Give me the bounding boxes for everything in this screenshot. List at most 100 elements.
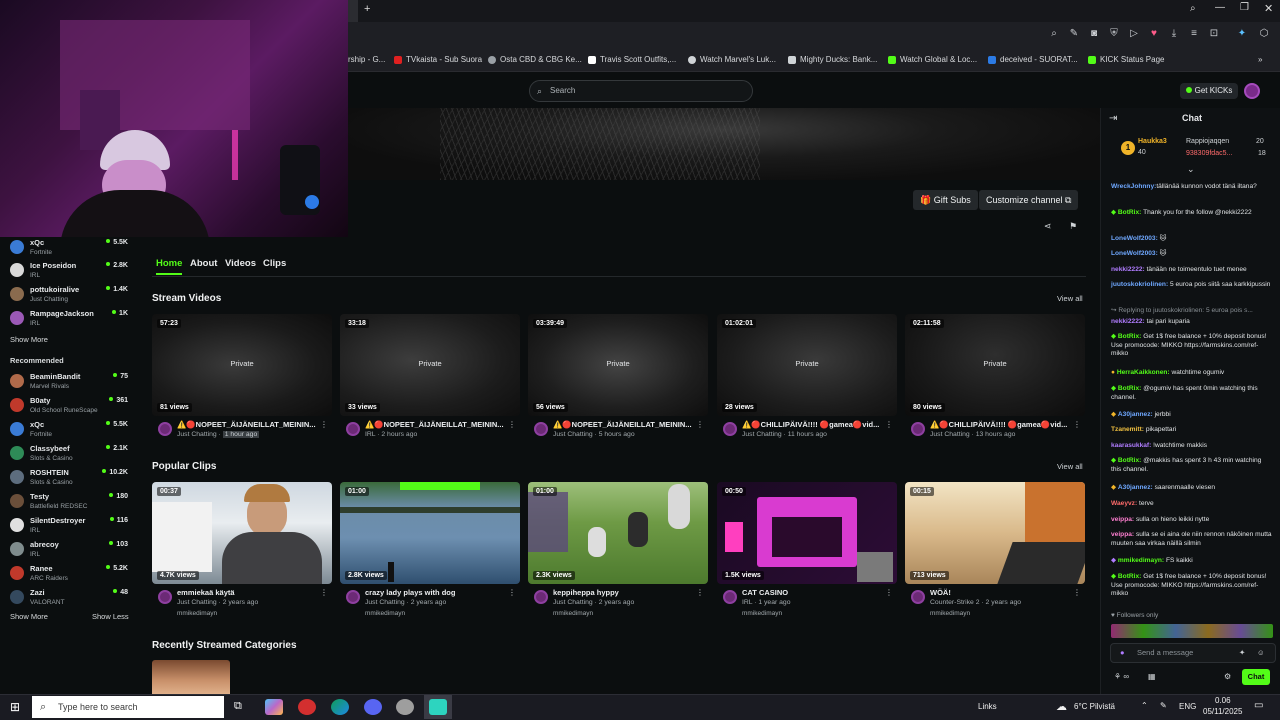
chat-username[interactable]: A30jannez: [1118,484,1153,491]
video-title[interactable]: ⚠️🔴CHILLIPÄIVÄ!!!! 🔴gamea🔴vid... [930,420,1070,429]
avatar[interactable] [534,422,548,436]
sidebar-item-recommended[interactable]: Zazi VALORANT 48 [8,587,132,611]
task-view-icon[interactable]: ⧉ [234,700,242,713]
user-avatar[interactable] [1244,83,1260,99]
video-thumbnail[interactable]: 57:23 Private 81 views [152,314,332,416]
shield-icon[interactable]: ⛨ [1108,27,1120,41]
chat-username[interactable]: BotRix: [1118,457,1141,464]
smile-icon[interactable]: ☺ [1257,644,1265,662]
tab-edge[interactable] [348,0,358,22]
avatar[interactable] [158,590,172,604]
more-options-icon[interactable]: ⋮ [885,420,893,429]
clip-thumbnail[interactable]: 00:50 1.5K views [717,482,897,584]
clip-title[interactable]: emmiekaä käytä [177,588,317,597]
bookmark-item[interactable]: KICK Status Page [1088,48,1164,72]
sidebar-item-recommended[interactable]: Classybeef Slots & Casino 2.1K [8,443,132,467]
app-icon[interactable] [396,699,414,715]
chat-username[interactable]: nekki2222: [1111,318,1145,325]
search-icon[interactable]: ⌕ [1048,27,1060,41]
obs-icon[interactable] [429,699,447,715]
avatar[interactable] [346,422,360,436]
show-more-link[interactable]: Show More [10,612,48,621]
clip-card[interactable]: 01:00 2.8K views crazy lady plays with d… [340,482,520,618]
edit-icon[interactable]: ✎ [1068,27,1080,41]
avatar[interactable] [911,422,925,436]
leader-name[interactable]: Haukka3 [1138,138,1167,145]
clip-card[interactable]: 01:00 2.3K views keppiheppa hyppy Just C… [528,482,708,618]
close-icon[interactable]: ✕ [1264,2,1273,15]
chat-username[interactable]: Waeyvz: [1111,500,1137,507]
sidebar-item-recommended[interactable]: ROSHTEIN Slots & Casino 10.2K [8,467,132,491]
bookmark-item[interactable]: rship - G... [348,48,385,72]
chat-username[interactable]: Tzanemitt: [1111,426,1144,433]
chat-username[interactable]: LoneWolf2003: [1111,235,1158,242]
weather-text[interactable]: 6°C Pilvistä [1074,702,1115,711]
sidebar-item-recommended[interactable]: BeaminBandit Marvel Rivals 75 [8,371,132,395]
clip-thumbnail[interactable]: 00:37 4.7K views [152,482,332,584]
leader-name[interactable]: Rappiojaqqen [1186,138,1229,145]
bookmark-item[interactable]: Travis Scott Outfits,... [588,48,676,72]
tab-home[interactable]: Home [156,258,182,269]
play-icon[interactable]: ▷ [1128,27,1140,41]
chat-username[interactable]: kaarasukkaf: [1111,442,1151,449]
extension-icon[interactable]: ✦ [1236,27,1248,41]
more-options-icon[interactable]: ⋮ [696,588,704,597]
video-thumbnail[interactable]: 02:11:58 Private 80 views [905,314,1085,416]
chat-username[interactable]: HerraKaikkonen: [1117,369,1170,376]
maximize-icon[interactable]: ❐ [1240,2,1249,13]
bookmarks-overflow-icon[interactable]: » [1258,48,1262,72]
collapse-chat-icon[interactable]: ⇥ [1109,113,1117,124]
notification-icon[interactable]: ▭ [1254,700,1263,711]
view-all-link[interactable]: View all [1057,462,1083,471]
chat-username[interactable]: veippa: [1111,516,1134,523]
calendar-icon[interactable]: ▦ [1148,672,1156,681]
taskbar-search-input[interactable]: ⌕ Type here to search [32,696,224,718]
clip-thumbnail[interactable]: 00:15 713 views [905,482,1085,584]
video-card[interactable]: 03:39:49 Private 56 views ⚠️🔴NOPEET_ÄIJÄNE… [528,314,708,450]
video-card[interactable]: 33:18 Private 33 views ⚠️🔴NOPEET_ÄIJÄNEILL… [340,314,520,450]
discord-icon[interactable] [364,699,382,715]
view-all-link[interactable]: View all [1057,294,1083,303]
clip-card[interactable]: 00:50 1.5K views CAT CASINO IRL · 1 year… [717,482,897,618]
bookmark-item[interactable]: Mighty Ducks: Bank... [788,48,877,72]
lock-icon[interactable]: ⊡ [1208,27,1220,41]
report-icon[interactable]: ⚑ [1069,221,1077,232]
search-icon[interactable]: ⌕ [1190,3,1196,14]
camera-icon[interactable]: ◙ [1088,27,1100,41]
sidebar-item-following[interactable]: xQc Fortnite 5.5K [8,237,132,261]
more-options-icon[interactable]: ⋮ [1073,420,1081,429]
search-input[interactable]: ⌕ Search [529,80,753,102]
sidebar-item-recommended[interactable]: B0aty Old School RuneScape 361 [8,395,132,419]
more-options-icon[interactable]: ⋮ [320,420,328,429]
chat-username[interactable]: BotRix: [1118,385,1141,392]
chat-username[interactable]: veippa: [1111,531,1134,538]
sidebar-item-following[interactable]: pottukoiralive Just Chatting 1.4K [8,284,132,308]
more-options-icon[interactable]: ⋮ [508,420,516,429]
opera-icon[interactable] [298,699,316,715]
avatar[interactable] [158,422,172,436]
clip-title[interactable]: CAT CASINO [742,588,882,597]
show-less-link[interactable]: Show Less [92,612,129,621]
new-tab-icon[interactable]: + [364,3,370,15]
bookmark-item[interactable]: TVkaista - Sub Suora [394,48,482,72]
video-title[interactable]: ⚠️🔴NOPEET_ÄIJÄNEILLAT_MEININ... [553,420,693,429]
chat-username[interactable]: BotRix: [1118,209,1141,216]
more-options-icon[interactable]: ⋮ [696,420,704,429]
sidebar-item-recommended[interactable]: abrecoy IRL 103 [8,539,132,563]
avatar[interactable] [723,590,737,604]
chat-username[interactable]: WreckJohnny: [1111,183,1156,190]
sidebar-item-recommended[interactable]: SilentDestroyer IRL 116 [8,515,132,539]
clock-date[interactable]: 05/11/2025 [1203,707,1242,716]
chat-username[interactable]: juutoskokriolinen: [1111,281,1168,288]
video-card[interactable]: 01:02:01 Private 28 views ⚠️🔴CHILLIPÄIVÄ!!… [717,314,897,450]
gift-subs-button[interactable]: 🎁 Gift Subs [913,190,978,210]
emote-bar[interactable] [1111,624,1273,638]
avatar[interactable] [534,590,548,604]
more-options-icon[interactable]: ⋮ [320,588,328,597]
menu-icon[interactable]: ≡ [1188,27,1200,41]
clip-title[interactable]: keppiheppa hyppy [553,588,693,597]
video-card[interactable]: 57:23 Private 81 views ⚠️🔴NOPEET_ÄIJÄNEILL… [152,314,332,450]
clip-thumbnail[interactable]: 01:00 2.3K views [528,482,708,584]
tab-clips[interactable]: Clips [263,258,286,269]
expand-leaderboard-icon[interactable]: ⌄ [1187,164,1195,175]
